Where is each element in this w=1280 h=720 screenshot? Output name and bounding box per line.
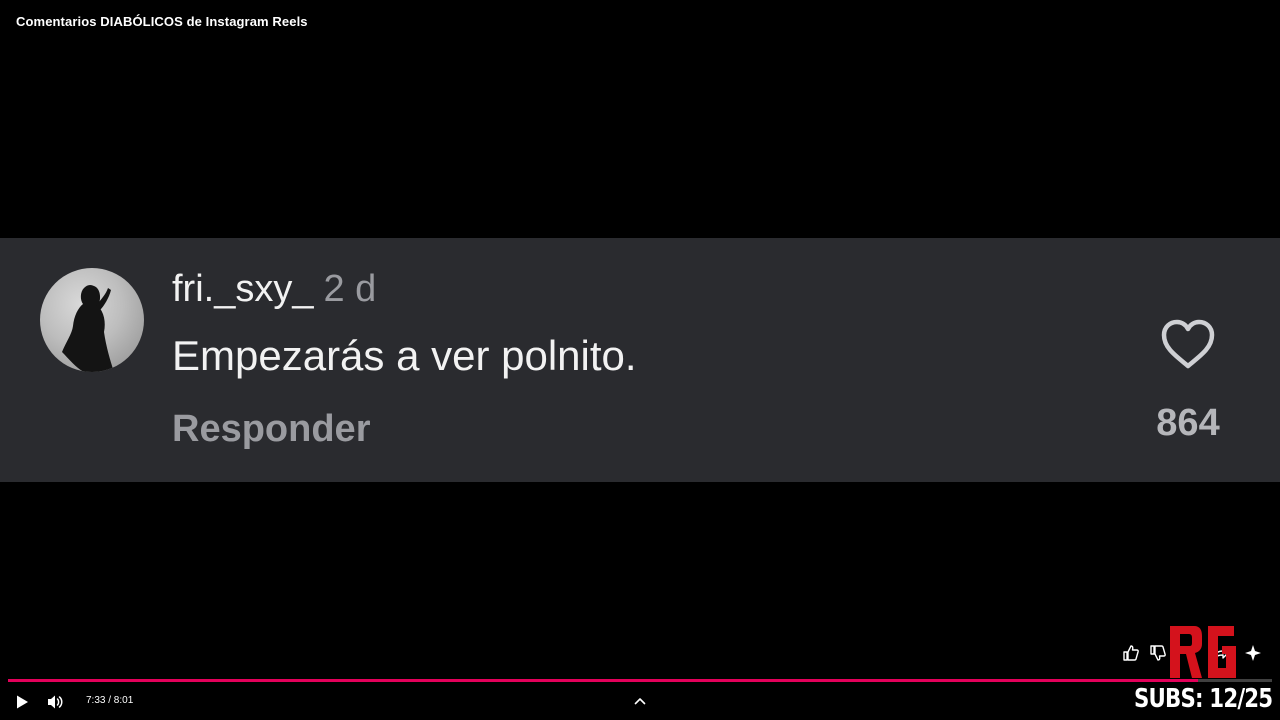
comment-text: Empezarás a ver polnito.: [172, 332, 637, 379]
video-title: Comentarios DIABÓLICOS de Instagram Reel…: [16, 14, 308, 29]
comment-card: fri._sxy_ 2 d Empezarás a ver polnito. Re…: [0, 238, 1280, 482]
volume-button[interactable]: [44, 690, 68, 714]
time-display: 7:33 / 8:01: [86, 695, 134, 706]
progress-fill: [8, 679, 1199, 682]
comment-header: fri._sxy_ 2 d: [172, 268, 376, 311]
play-icon: [17, 695, 28, 709]
heart-icon[interactable]: [1160, 318, 1216, 370]
thumbs-up-icon[interactable]: [1121, 643, 1141, 663]
play-button[interactable]: [10, 690, 34, 714]
reply-button[interactable]: Responder: [172, 408, 370, 451]
chevron-up-icon: [634, 698, 646, 705]
expand-button[interactable]: [630, 691, 650, 711]
avatar-silhouette-icon: [62, 284, 114, 372]
avatar: [40, 268, 144, 372]
comment-username[interactable]: fri._sxy_: [172, 268, 313, 310]
channel-logo: [1170, 626, 1236, 678]
sparkle-icon[interactable]: [1243, 643, 1263, 663]
comment-time-ago: 2 d: [323, 268, 377, 310]
like-count: 864: [1156, 402, 1220, 444]
subs-counter: SUBS: 12/25: [1134, 684, 1273, 714]
video-player[interactable]: Comentarios DIABÓLICOS de Instagram Reel…: [0, 0, 1280, 720]
progress-bar[interactable]: [8, 679, 1272, 682]
thumbs-down-icon[interactable]: [1148, 643, 1168, 663]
volume-icon: [48, 695, 63, 709]
